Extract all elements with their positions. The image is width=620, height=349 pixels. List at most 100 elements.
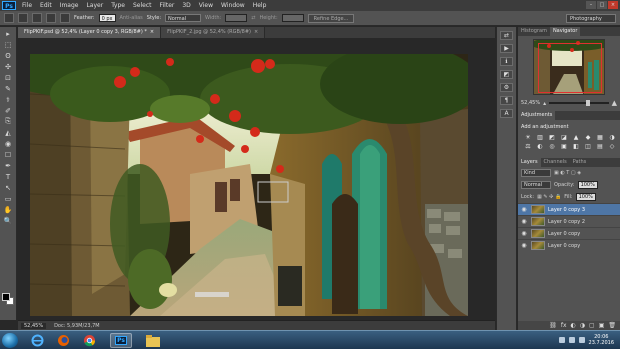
network-icon[interactable] xyxy=(558,337,565,343)
document-canvas[interactable] xyxy=(30,54,468,316)
clone-stamp-tool-icon[interactable]: ⎘ xyxy=(2,117,15,126)
clock[interactable]: 20:06 23.7.2016 xyxy=(589,334,614,346)
close-tab-icon[interactable]: × xyxy=(150,29,154,35)
firefox-icon[interactable] xyxy=(52,333,74,348)
menu-type[interactable]: Type xyxy=(107,2,129,9)
crop-tool-icon[interactable]: ⊡ xyxy=(2,73,15,82)
intersect-selection-icon[interactable] xyxy=(60,13,70,23)
tab-paths[interactable]: Paths xyxy=(570,158,590,167)
zoom-out-icon[interactable]: ▴ xyxy=(543,100,546,107)
shape-tool-icon[interactable]: ▭ xyxy=(2,194,15,203)
tab-adjustments[interactable]: Adjustments xyxy=(518,111,556,120)
lasso-tool-icon[interactable]: ʘ xyxy=(2,51,15,60)
swap-icon[interactable]: ⇄ xyxy=(251,15,255,21)
new-group-icon[interactable]: ▢ xyxy=(589,321,595,330)
channel-mixer-icon[interactable]: ◐ xyxy=(536,143,544,150)
workspace-select[interactable]: Photography xyxy=(566,14,616,23)
subtract-selection-icon[interactable] xyxy=(46,13,56,23)
feather-input[interactable]: 0 px xyxy=(98,14,116,22)
antialias-checkbox[interactable]: Anti-alias xyxy=(120,15,143,21)
foreground-color-swatch[interactable] xyxy=(2,293,10,301)
tab-channels[interactable]: Channels xyxy=(541,158,570,167)
menu-view[interactable]: View xyxy=(195,2,217,9)
layer-row[interactable]: ◉ Layer 0 copy 2 xyxy=(518,215,620,227)
visibility-eye-icon[interactable]: ◉ xyxy=(520,242,528,249)
gradient-map-icon[interactable]: ▤ xyxy=(596,143,604,150)
flag-icon[interactable] xyxy=(578,337,585,343)
link-layers-icon[interactable]: ⛓ xyxy=(549,321,557,330)
pen-tool-icon[interactable]: ✒ xyxy=(2,161,15,170)
new-adjustment-icon[interactable]: ◑ xyxy=(580,321,585,330)
blend-mode-select[interactable]: Normal xyxy=(521,181,551,189)
marquee-tool-icon[interactable]: ⬚ xyxy=(2,40,15,49)
dodge-tool-icon[interactable]: ☐ xyxy=(2,150,15,159)
zoom-tool-icon[interactable]: 🔍 xyxy=(2,216,15,225)
layer-row[interactable]: ◉ Layer 0 copy 3 xyxy=(518,203,620,215)
layer-kind-filter[interactable]: Kind xyxy=(521,169,551,177)
menu-3d[interactable]: 3D xyxy=(178,2,194,9)
layer-style-icon[interactable]: fx xyxy=(561,321,567,330)
menu-layer[interactable]: Layer xyxy=(82,2,107,9)
style-select[interactable]: Normal xyxy=(165,14,202,22)
photoshop-taskbar-icon[interactable]: Ps xyxy=(110,333,132,348)
blur-tool-icon[interactable]: ◉ xyxy=(2,139,15,148)
file-explorer-icon[interactable] xyxy=(142,333,164,348)
view-box[interactable] xyxy=(538,43,602,93)
zoom-level-field[interactable]: 52,45% xyxy=(21,322,47,329)
tab-navigator[interactable]: Navigator xyxy=(549,27,581,36)
brightness-contrast-icon[interactable]: ☀ xyxy=(524,134,532,141)
minimize-button[interactable]: – xyxy=(586,1,596,9)
threshold-icon[interactable]: ◫ xyxy=(584,143,592,150)
hand-tool-icon[interactable]: ✋ xyxy=(2,205,15,214)
levels-icon[interactable]: ▥ xyxy=(536,134,544,141)
close-button[interactable]: × xyxy=(608,1,618,9)
lock-icons[interactable]: ▦ ✎ ✣ 🔒 xyxy=(537,194,561,200)
exposure-icon[interactable]: ◪ xyxy=(560,134,568,141)
curves-icon[interactable]: ◩ xyxy=(548,134,556,141)
menu-window[interactable]: Window xyxy=(217,2,249,9)
type-tool-icon[interactable]: T xyxy=(2,172,15,181)
info-panel-icon[interactable]: ℹ xyxy=(500,57,513,66)
tab-layers[interactable]: Layers xyxy=(518,158,541,167)
maximize-button[interactable]: □ xyxy=(597,1,607,9)
tab-flippkif-psd[interactable]: FlipPKIF.psd @ 52,4% (Layer 0 copy 3, RG… xyxy=(18,27,162,38)
navigator-zoom-slider[interactable] xyxy=(549,100,609,106)
color-balance-icon[interactable]: ▦ xyxy=(596,134,604,141)
paragraph-panel-icon[interactable]: ¶ xyxy=(500,96,513,105)
posterize-icon[interactable]: ◧ xyxy=(572,143,580,150)
history-panel-icon[interactable]: ⇄ xyxy=(500,31,513,40)
eyedropper-tool-icon[interactable]: ✎ xyxy=(2,84,15,93)
visibility-eye-icon[interactable]: ◉ xyxy=(520,206,528,213)
new-selection-icon[interactable] xyxy=(18,13,28,23)
visibility-eye-icon[interactable]: ◉ xyxy=(520,218,528,225)
menu-image[interactable]: Image xyxy=(56,2,83,9)
volume-icon[interactable] xyxy=(568,337,575,343)
height-input[interactable] xyxy=(281,14,304,22)
visibility-eye-icon[interactable]: ◉ xyxy=(520,230,528,237)
zoom-slider-knob[interactable] xyxy=(585,100,590,106)
move-tool-icon[interactable]: ▸ xyxy=(2,29,15,38)
layer-row[interactable]: ◉ Layer 0 copy xyxy=(518,227,620,239)
marquee-tool-preset-icon[interactable] xyxy=(4,13,14,23)
tab-histogram[interactable]: Histogram xyxy=(518,27,550,36)
menu-help[interactable]: Help xyxy=(249,2,271,9)
filter-icons[interactable]: ▣ ◐ T ▢ ◈ xyxy=(554,170,581,176)
internet-explorer-icon[interactable] xyxy=(26,333,48,348)
tab-flippkif-2-jpg[interactable]: FlipPKIF_2.jpg @ 52,4% (RGB/8#) × xyxy=(161,27,266,38)
color-swatches[interactable] xyxy=(2,293,15,306)
start-button-icon[interactable] xyxy=(2,333,18,348)
black-white-icon[interactable]: ◑ xyxy=(608,134,616,141)
menu-filter[interactable]: Filter xyxy=(156,2,179,9)
menu-select[interactable]: Select xyxy=(129,2,156,9)
add-mask-icon[interactable]: ◐ xyxy=(571,321,576,330)
hue-saturation-icon[interactable]: ◆ xyxy=(584,134,592,141)
opacity-input[interactable]: 100% xyxy=(577,181,598,189)
layer-row[interactable]: ◉ Layer 0 copy xyxy=(518,239,620,251)
document-size-info[interactable]: Doc: 5,93M/23,7M xyxy=(54,323,100,329)
properties-panel-icon[interactable]: ⚙ xyxy=(500,83,513,92)
brush-tool-icon[interactable]: ✐ xyxy=(2,106,15,115)
refine-edge-button[interactable]: Refine Edge... xyxy=(307,13,355,23)
healing-brush-tool-icon[interactable]: ⚕ xyxy=(2,95,15,104)
invert-icon[interactable]: ▣ xyxy=(560,143,568,150)
selective-color-icon[interactable]: ◇ xyxy=(608,143,616,150)
